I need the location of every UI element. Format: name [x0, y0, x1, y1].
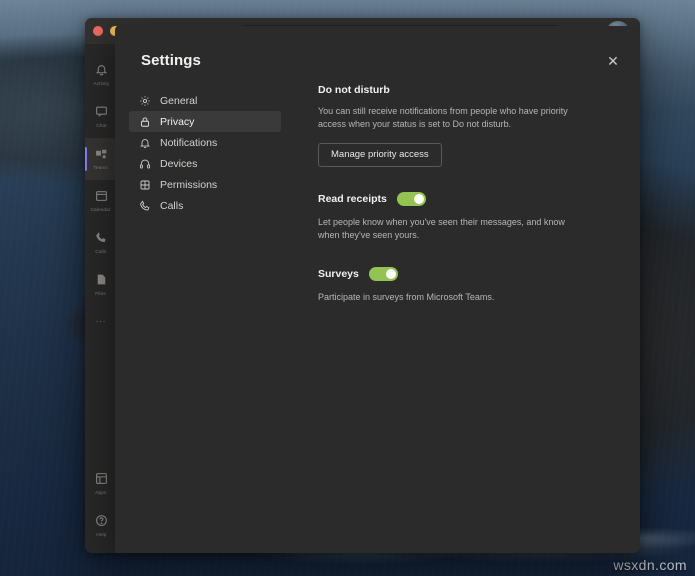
- lock-icon: [138, 115, 151, 128]
- manage-priority-access-button[interactable]: Manage priority access: [318, 143, 442, 168]
- sidebar-item-general[interactable]: General: [129, 90, 281, 111]
- apps-icon: [95, 472, 108, 489]
- rail-label-calls: Calls: [95, 249, 107, 255]
- sidebar-item-privacy[interactable]: Privacy: [129, 111, 281, 132]
- page-title: Settings: [141, 52, 201, 69]
- bell-icon: [95, 63, 108, 80]
- section-surveys: Surveys Participate in surveys from Micr…: [318, 267, 608, 304]
- headset-icon: [138, 157, 151, 170]
- close-icon[interactable]: ✕: [600, 48, 626, 74]
- toggle-knob: [413, 194, 424, 205]
- rail-label-chat: Chat: [95, 123, 107, 129]
- calendar-icon: [95, 189, 108, 206]
- rail-label-apps: Apps: [95, 490, 107, 496]
- section-do-not-disturb: Do not disturb You can still receive not…: [318, 84, 608, 168]
- section-heading-do-not-disturb: Do not disturb: [318, 84, 390, 96]
- rail-label-calendar: Calendar: [90, 207, 112, 213]
- rail-item-chat[interactable]: Chat: [85, 96, 117, 138]
- sidebar-item-label-permissions: Permissions: [160, 178, 218, 191]
- section-read-receipts: Read receipts Let people know when you'v…: [318, 192, 608, 242]
- sidebar-item-label-privacy: Privacy: [160, 115, 195, 128]
- sidebar-item-calls[interactable]: Calls: [129, 195, 281, 216]
- read-receipts-toggle[interactable]: [396, 192, 426, 207]
- teams-icon: [95, 147, 108, 164]
- bell-icon: [138, 136, 151, 149]
- rail-label-activity: Activity: [93, 81, 109, 87]
- app-rail: Activity Chat Teams Calendar Calls Files…: [85, 44, 117, 553]
- rail-bottom-group: Apps Help: [85, 463, 117, 547]
- rail-item-calendar[interactable]: Calendar: [85, 180, 117, 222]
- screen: wsxdn.com ... Activity: [0, 0, 695, 576]
- section-description-do-not-disturb: You can still receive notifications from…: [318, 106, 568, 130]
- rail-item-activity[interactable]: Activity: [85, 54, 117, 96]
- phone-icon: [138, 199, 151, 212]
- rail-item-help[interactable]: Help: [85, 505, 117, 547]
- rail-item-teams[interactable]: Teams: [85, 138, 117, 180]
- grid-icon: [138, 178, 151, 191]
- settings-nav: General Privacy Notifications Devices Pe…: [129, 90, 281, 216]
- surveys-description: Participate in surveys from Microsoft Te…: [318, 292, 495, 303]
- sidebar-item-notifications[interactable]: Notifications: [129, 132, 281, 153]
- read-receipts-description: Let people know when you've seen their m…: [318, 217, 565, 241]
- rail-item-files[interactable]: Files: [85, 264, 117, 306]
- sidebar-item-label-notifications: Notifications: [160, 136, 218, 149]
- help-icon: [95, 514, 108, 531]
- chat-icon: [95, 105, 108, 122]
- surveys-toggle[interactable]: [368, 267, 398, 282]
- sidebar-item-devices[interactable]: Devices: [129, 153, 281, 174]
- settings-dialog: Settings ✕ General Privacy Notifications…: [115, 26, 640, 553]
- close-window-button[interactable]: [93, 26, 103, 36]
- sidebar-item-label-devices: Devices: [160, 157, 198, 170]
- rail-overflow-button[interactable]: ...: [85, 306, 117, 332]
- rail-item-apps[interactable]: Apps: [85, 463, 117, 505]
- rail-label-help: Help: [95, 532, 107, 538]
- files-icon: [95, 273, 108, 290]
- teams-window: ... Activity Chat: [85, 18, 640, 553]
- rail-label-teams: Teams: [93, 165, 109, 171]
- settings-panel-privacy: Do not disturb You can still receive not…: [318, 84, 608, 304]
- toggle-knob: [385, 269, 396, 280]
- rail-item-calls[interactable]: Calls: [85, 222, 117, 264]
- read-receipts-label: Read receipts: [318, 193, 387, 206]
- sidebar-item-label-general: General: [160, 94, 198, 107]
- surveys-label: Surveys: [318, 268, 359, 281]
- sidebar-item-label-calls: Calls: [160, 199, 184, 212]
- rail-label-files: Files: [95, 291, 107, 297]
- gear-icon: [138, 94, 151, 107]
- phone-icon: [95, 231, 108, 248]
- surveys-row: Surveys: [318, 267, 608, 282]
- sidebar-item-permissions[interactable]: Permissions: [129, 174, 281, 195]
- read-receipts-row: Read receipts: [318, 192, 608, 207]
